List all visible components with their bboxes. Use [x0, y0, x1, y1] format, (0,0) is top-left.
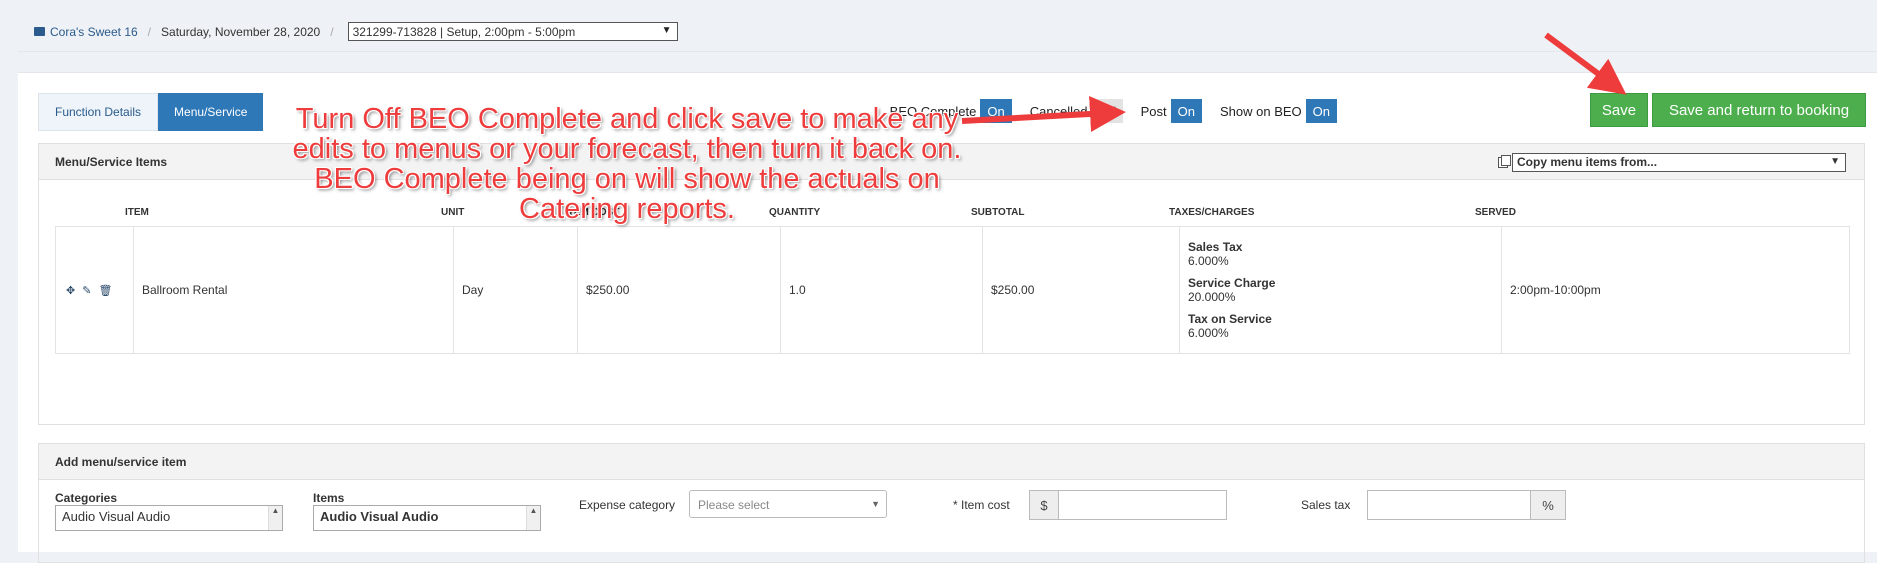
copy-menu-control: Copy menu items from... ▼ — [1498, 153, 1846, 172]
cell-taxes: Sales Tax 6.000% Service Charge 20.000% … — [1179, 227, 1501, 353]
items-label: Items — [313, 491, 345, 505]
function-tabs: Function Details Menu/Service — [38, 93, 264, 131]
trash-icon[interactable]: 🗑 — [98, 284, 112, 297]
toggle-state[interactable]: On — [1305, 99, 1337, 123]
items-option[interactable]: Audio Visual Audio — [320, 509, 438, 524]
tab-menu-service[interactable]: Menu/Service — [158, 93, 264, 131]
cell-served: 2:00pm-10:00pm — [1501, 227, 1851, 353]
sales-tax-input[interactable] — [1367, 490, 1532, 520]
expense-category-select[interactable]: Please select ▼ — [689, 490, 887, 518]
function-select-value: 321299-713828 | Setup, 2:00pm - 5:00pm — [352, 24, 576, 39]
scrollbar[interactable]: ▲ — [526, 506, 540, 530]
expense-category-placeholder: Please select — [698, 498, 770, 512]
add-item-panel: Add menu/service item Categories Audio V… — [38, 443, 1865, 563]
toggle-label: Post — [1140, 103, 1167, 119]
tax-value: 20.000% — [1188, 290, 1236, 304]
chevron-down-icon: ▼ — [871, 499, 880, 509]
add-panel-title: Add menu/service item — [39, 444, 1864, 480]
briefcase-icon — [34, 27, 45, 36]
toggle-state[interactable]: Off — [1091, 99, 1123, 123]
tax-value: 6.000% — [1188, 254, 1229, 268]
toggle-state[interactable]: On — [1170, 99, 1202, 123]
sales-tax-label: Sales tax — [1301, 498, 1351, 512]
chevron-down-icon: ▼ — [1830, 156, 1840, 167]
move-icon[interactable]: ✥ — [66, 284, 75, 297]
copy-menu-select-value: Copy menu items from... — [1517, 155, 1658, 169]
item-cost-input[interactable] — [1058, 490, 1227, 520]
toggle-post[interactable]: Post On — [1141, 99, 1202, 123]
column-header: ITEM — [125, 207, 149, 218]
column-header: SERVED — [1475, 207, 1516, 218]
breadcrumb-separator: / — [147, 24, 152, 39]
tax-list: Sales Tax 6.000% Service Charge 20.000% … — [1188, 240, 1275, 340]
cell-subtotal: $250.00 — [982, 227, 1179, 353]
categories-listbox[interactable]: Audio Visual Audio ▲ — [55, 505, 283, 531]
copy-menu-select[interactable]: Copy menu items from... ▼ — [1512, 153, 1846, 172]
tab-function-details[interactable]: Function Details — [38, 93, 159, 131]
categories-option[interactable]: Audio Visual Audio — [62, 509, 170, 524]
breadcrumb: Cora's Sweet 16 / Saturday, November 28,… — [18, 12, 1877, 52]
cell-unit: Day — [453, 227, 577, 353]
breadcrumb-booking-link[interactable]: Cora's Sweet 16 — [34, 25, 138, 39]
tax-name: Service Charge — [1188, 276, 1276, 290]
tax-value: 6.000% — [1188, 326, 1229, 340]
toggle-label: Show on BEO — [1220, 103, 1302, 119]
currency-addon: $ — [1029, 490, 1059, 520]
cell-item-cost: $250.00 — [577, 227, 780, 353]
tax-name: Sales Tax — [1188, 240, 1243, 254]
toggle-state[interactable]: On — [980, 99, 1012, 123]
toggle-cancelled[interactable]: Cancelled Off — [1030, 99, 1123, 123]
function-select[interactable]: 321299-713828 | Setup, 2:00pm - 5:00pm ▼ — [347, 22, 678, 41]
annotation-callout: Turn Off BEO Complete and click save to … — [292, 103, 962, 225]
toggle-label: Cancelled — [1029, 103, 1088, 119]
expense-category-label: Expense category — [579, 498, 676, 512]
item-cost-label: * Item cost — [953, 498, 1010, 512]
breadcrumb-separator: / — [330, 24, 334, 39]
copy-icon — [1498, 155, 1511, 168]
cell-item: Ballroom Rental — [133, 227, 453, 353]
tax-name: Tax on Service — [1188, 312, 1272, 326]
save-and-return-button[interactable]: Save and return to booking — [1652, 93, 1866, 127]
toggle-show-on-beo[interactable]: Show on BEO On — [1220, 99, 1337, 123]
table-row: ✥ ✎ 🗑 Ballroom Rental Day $250.00 1.0 $2… — [55, 226, 1850, 354]
chevron-down-icon: ▼ — [661, 25, 672, 36]
cell-quantity: 1.0 — [780, 227, 982, 353]
items-listbox[interactable]: Audio Visual Audio ▲ — [313, 505, 541, 531]
breadcrumb-date: Saturday, November 28, 2020 — [161, 24, 321, 39]
column-header: SUBTOTAL — [971, 207, 1025, 218]
categories-label: Categories — [55, 491, 118, 505]
save-button[interactable]: Save — [1590, 93, 1648, 127]
edit-icon[interactable]: ✎ — [82, 284, 91, 297]
percent-addon: % — [1530, 490, 1566, 520]
column-header: TAXES/CHARGES — [1169, 207, 1255, 218]
scrollbar[interactable]: ▲ — [268, 506, 282, 530]
breadcrumb-booking-label: Cora's Sweet 16 — [50, 24, 138, 39]
row-actions: ✥ ✎ 🗑 — [56, 227, 133, 353]
